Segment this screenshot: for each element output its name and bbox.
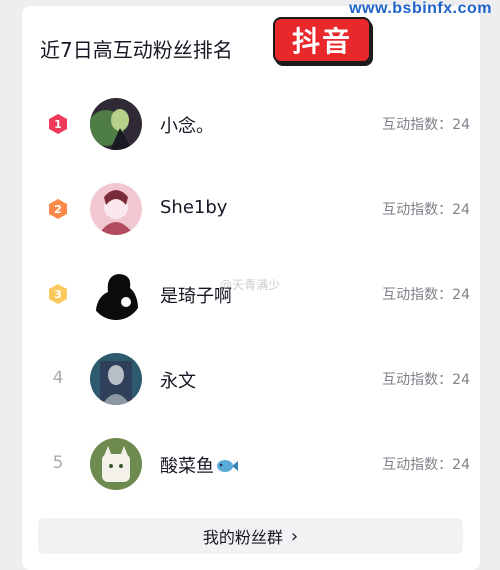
rank-badge-3: 3	[48, 283, 68, 305]
fan-row[interactable]: 1 小念。 互动指数：24	[40, 94, 470, 154]
avatar[interactable]	[90, 353, 142, 405]
page-title: 近7日高互动粉丝排名	[40, 38, 233, 62]
rank-number: 4	[52, 368, 64, 388]
fan-name: 小念。	[160, 116, 214, 137]
rank-badge-1: 1	[48, 113, 68, 135]
avatar[interactable]	[90, 98, 142, 150]
fan-row[interactable]: 3 是琦子啊 互动指数：24	[40, 264, 470, 324]
fan-row[interactable]: 5 酸菜鱼 互动指数：24	[40, 434, 470, 494]
fan-row[interactable]: 2 She1by 互动指数：24	[40, 179, 470, 239]
rank-number: 5	[52, 453, 64, 473]
interaction-score: 互动指数：24	[382, 372, 470, 388]
fan-row[interactable]: 4 永文 互动指数：24	[40, 349, 470, 409]
fish-icon	[216, 458, 238, 479]
avatar[interactable]	[90, 183, 142, 235]
faint-watermark: @天青满少	[220, 278, 281, 292]
interaction-score: 互动指数：24	[382, 202, 470, 218]
fan-name: 永文	[160, 371, 196, 392]
avatar[interactable]	[90, 438, 142, 490]
interaction-score: 互动指数：24	[382, 457, 470, 473]
fan-group-label: 我的粉丝群	[202, 528, 283, 547]
interaction-score: 互动指数：24	[382, 117, 470, 133]
site-watermark: www.bsbinfx.com	[349, 0, 492, 17]
rank-badge-2: 2	[48, 198, 68, 220]
fan-name: 酸菜鱼	[160, 452, 238, 479]
interaction-score: 互动指数：24	[382, 287, 470, 303]
chevron-right-icon: ›	[290, 525, 299, 547]
fan-name: She1by	[160, 197, 228, 218]
my-fan-group-button[interactable]: 我的粉丝群 ›	[38, 518, 463, 554]
avatar[interactable]	[90, 268, 142, 320]
douyin-logo: 抖音	[273, 17, 371, 63]
